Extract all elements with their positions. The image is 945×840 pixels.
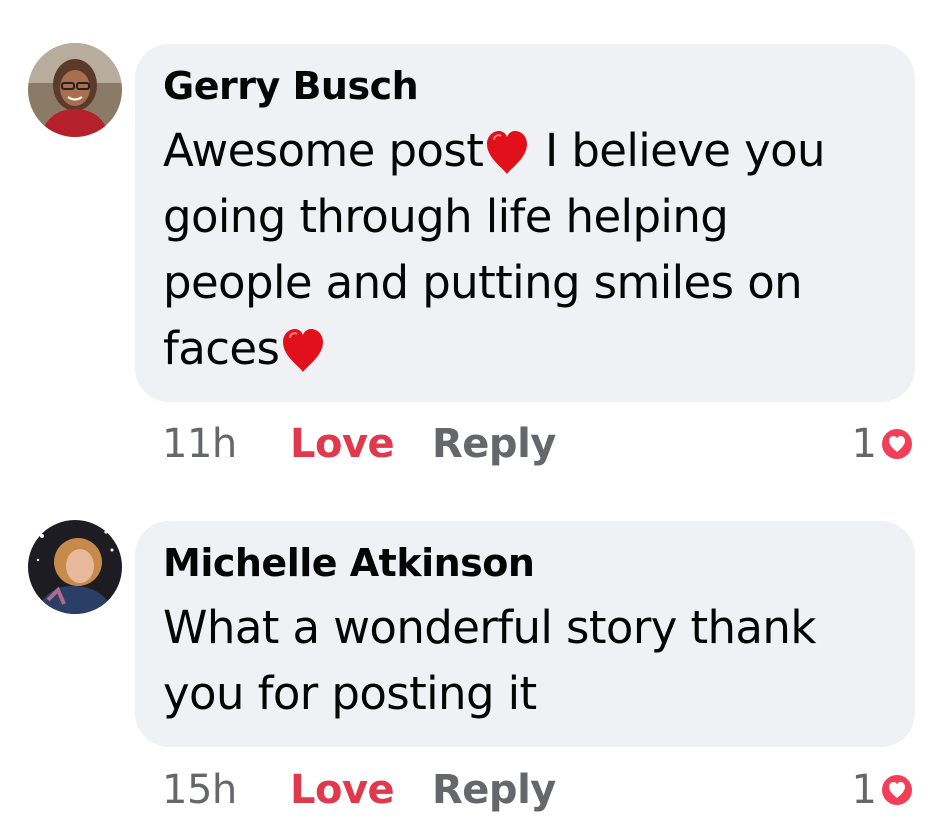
heart-emoji-icon xyxy=(283,329,324,372)
love-reaction-icon[interactable] xyxy=(879,772,915,808)
avatar[interactable] xyxy=(28,520,122,614)
reaction-count[interactable]: 1 xyxy=(852,762,877,818)
love-reaction-icon[interactable] xyxy=(879,426,915,462)
comment-actions: 15h Love Reply 1 xyxy=(162,762,915,822)
comment-timestamp[interactable]: 11h xyxy=(162,416,237,472)
comment-actions: 11h Love Reply 1 xyxy=(162,416,915,476)
reply-button[interactable]: Reply xyxy=(432,762,556,818)
love-button[interactable]: Love xyxy=(290,416,395,472)
comment-text: Awesome post I believe you going through… xyxy=(163,118,887,382)
avatar[interactable] xyxy=(28,43,122,137)
love-button[interactable]: Love xyxy=(290,762,395,818)
comment-text: What a wonderful story thank you for pos… xyxy=(163,601,816,720)
comment-author[interactable]: Gerry Busch xyxy=(163,62,887,110)
reply-button[interactable]: Reply xyxy=(432,416,556,472)
comment-timestamp[interactable]: 15h xyxy=(162,762,237,818)
comment-text-part: Awesome post xyxy=(163,124,484,177)
heart-emoji-icon xyxy=(487,131,528,174)
comment-bubble: Michelle Atkinson What a wonderful story… xyxy=(135,521,915,747)
reaction-count[interactable]: 1 xyxy=(852,416,877,472)
comment-bubble: Gerry Busch Awesome post I believe you g… xyxy=(135,44,915,402)
comment-author[interactable]: Michelle Atkinson xyxy=(163,539,887,587)
